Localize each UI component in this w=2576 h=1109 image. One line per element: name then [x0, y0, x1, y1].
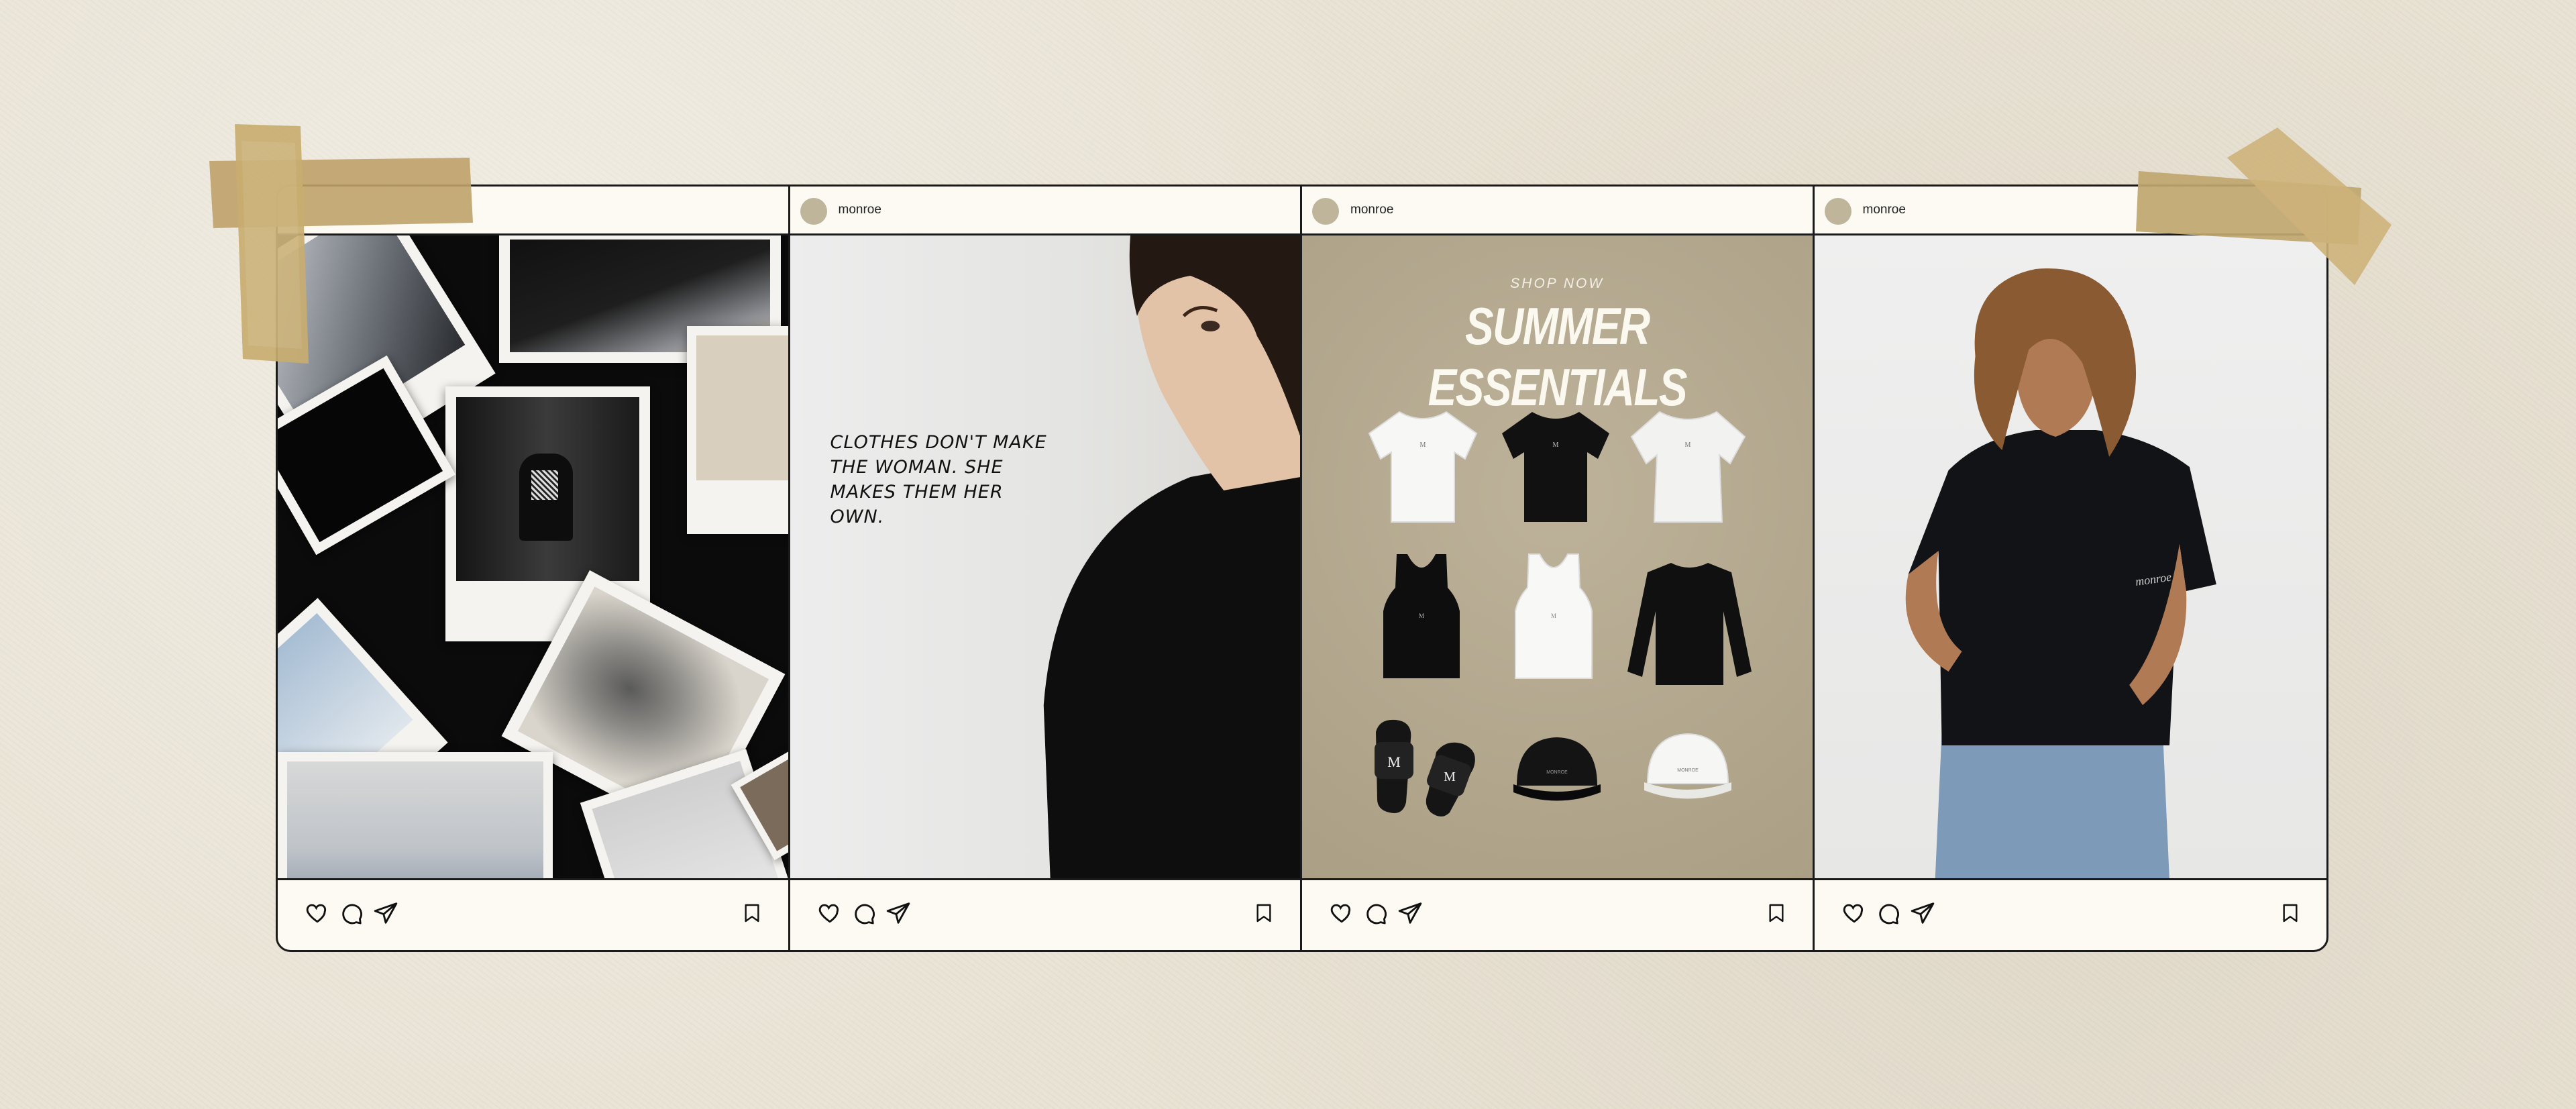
post-summer-essentials: monroe SHOP NOW SUMMER ESSENTIALS M M M …	[1302, 187, 1815, 950]
post-image-product-grid[interactable]: SHOP NOW SUMMER ESSENTIALS M M M M M MM …	[1302, 235, 1813, 880]
shop-now-label: SHOP NOW	[1510, 276, 1605, 291]
bookmark-icon[interactable]	[1253, 900, 1275, 926]
heart-icon[interactable]	[817, 900, 843, 926]
svg-text:M: M	[1420, 441, 1426, 449]
masking-tape-top-right	[2136, 127, 2392, 285]
bookmark-icon[interactable]	[1766, 900, 1787, 926]
svg-text:M: M	[1419, 613, 1424, 619]
post-actions	[790, 876, 1301, 950]
svg-text:MONROE: MONROE	[1677, 768, 1699, 773]
black-cap-product[interactable]: MONROE	[1507, 725, 1607, 819]
avatar[interactable]	[1312, 198, 1339, 225]
heart-icon[interactable]	[305, 900, 330, 926]
paper-plane-icon[interactable]	[885, 900, 911, 926]
speech-bubble-icon[interactable]	[1875, 900, 1900, 926]
product-grid-background: SHOP NOW SUMMER ESSENTIALS M M M M M MM …	[1302, 235, 1813, 878]
post-actions	[278, 876, 788, 950]
slide-sandals-product[interactable]: MM	[1362, 712, 1490, 819]
svg-text:MONROE: MONROE	[1546, 770, 1568, 775]
white-relaxed-tshirt-product[interactable]: M	[1629, 407, 1747, 527]
post-header: monroe	[1302, 187, 1813, 235]
paper-plane-icon[interactable]	[1910, 900, 1935, 926]
paper-plane-icon[interactable]	[373, 900, 398, 926]
post-header: monroe	[790, 187, 1300, 235]
post-actions	[1815, 876, 2327, 950]
avatar[interactable]	[1824, 198, 1851, 225]
white-tshirt-product[interactable]: M	[1366, 407, 1480, 527]
username[interactable]: monroe	[1863, 203, 1906, 217]
username[interactable]: monroe	[1350, 203, 1393, 217]
paper-plane-icon[interactable]	[1397, 900, 1423, 926]
black-tank-top-product[interactable]: M	[1378, 551, 1465, 682]
svg-text:M: M	[1444, 770, 1456, 784]
svg-text:M: M	[1553, 441, 1559, 449]
svg-text:M: M	[1551, 613, 1556, 619]
masking-tape-top-left	[209, 124, 473, 364]
heart-icon[interactable]	[1329, 900, 1354, 926]
promo-title: SUMMER ESSENTIALS	[1428, 297, 1688, 417]
speech-bubble-icon[interactable]	[1362, 900, 1388, 926]
model-photo: monroe	[1814, 235, 2326, 878]
post-quote: monroe CLOTHES DON'T MAKE THE WOMAN. SHE…	[790, 187, 1302, 950]
post-feed: monroe CLOTHES DON'T MAKE THE WOMAN. SHE…	[276, 184, 2328, 952]
bookmark-icon[interactable]	[2279, 900, 2301, 926]
black-tshirt-product[interactable]: M	[1499, 407, 1613, 527]
post-model-tshirt: monroe monroe	[1814, 187, 2327, 950]
post-actions	[1302, 876, 1813, 950]
heart-icon[interactable]	[1841, 900, 1867, 926]
black-long-sleeve-product[interactable]	[1624, 558, 1755, 692]
speech-bubble-icon[interactable]	[338, 900, 364, 926]
polaroid-photo	[278, 752, 553, 878]
username[interactable]: monroe	[839, 203, 881, 217]
avatar[interactable]	[800, 198, 827, 225]
white-tank-top-product[interactable]: M	[1510, 551, 1597, 682]
speech-bubble-icon[interactable]	[851, 900, 876, 926]
bookmark-icon[interactable]	[741, 900, 763, 926]
post-image-model[interactable]: monroe	[1814, 235, 2326, 880]
portrait-photo: CLOTHES DON'T MAKE THE WOMAN. SHE MAKES …	[790, 235, 1300, 878]
polaroid-photo	[687, 326, 788, 534]
svg-text:M: M	[1387, 753, 1401, 770]
svg-text:M: M	[1685, 441, 1691, 449]
post-image-portrait[interactable]: CLOTHES DON'T MAKE THE WOMAN. SHE MAKES …	[790, 235, 1300, 880]
white-cap-product[interactable]: MONROE	[1638, 722, 1738, 819]
quote-text: CLOTHES DON'T MAKE THE WOMAN. SHE MAKES …	[830, 432, 1047, 527]
